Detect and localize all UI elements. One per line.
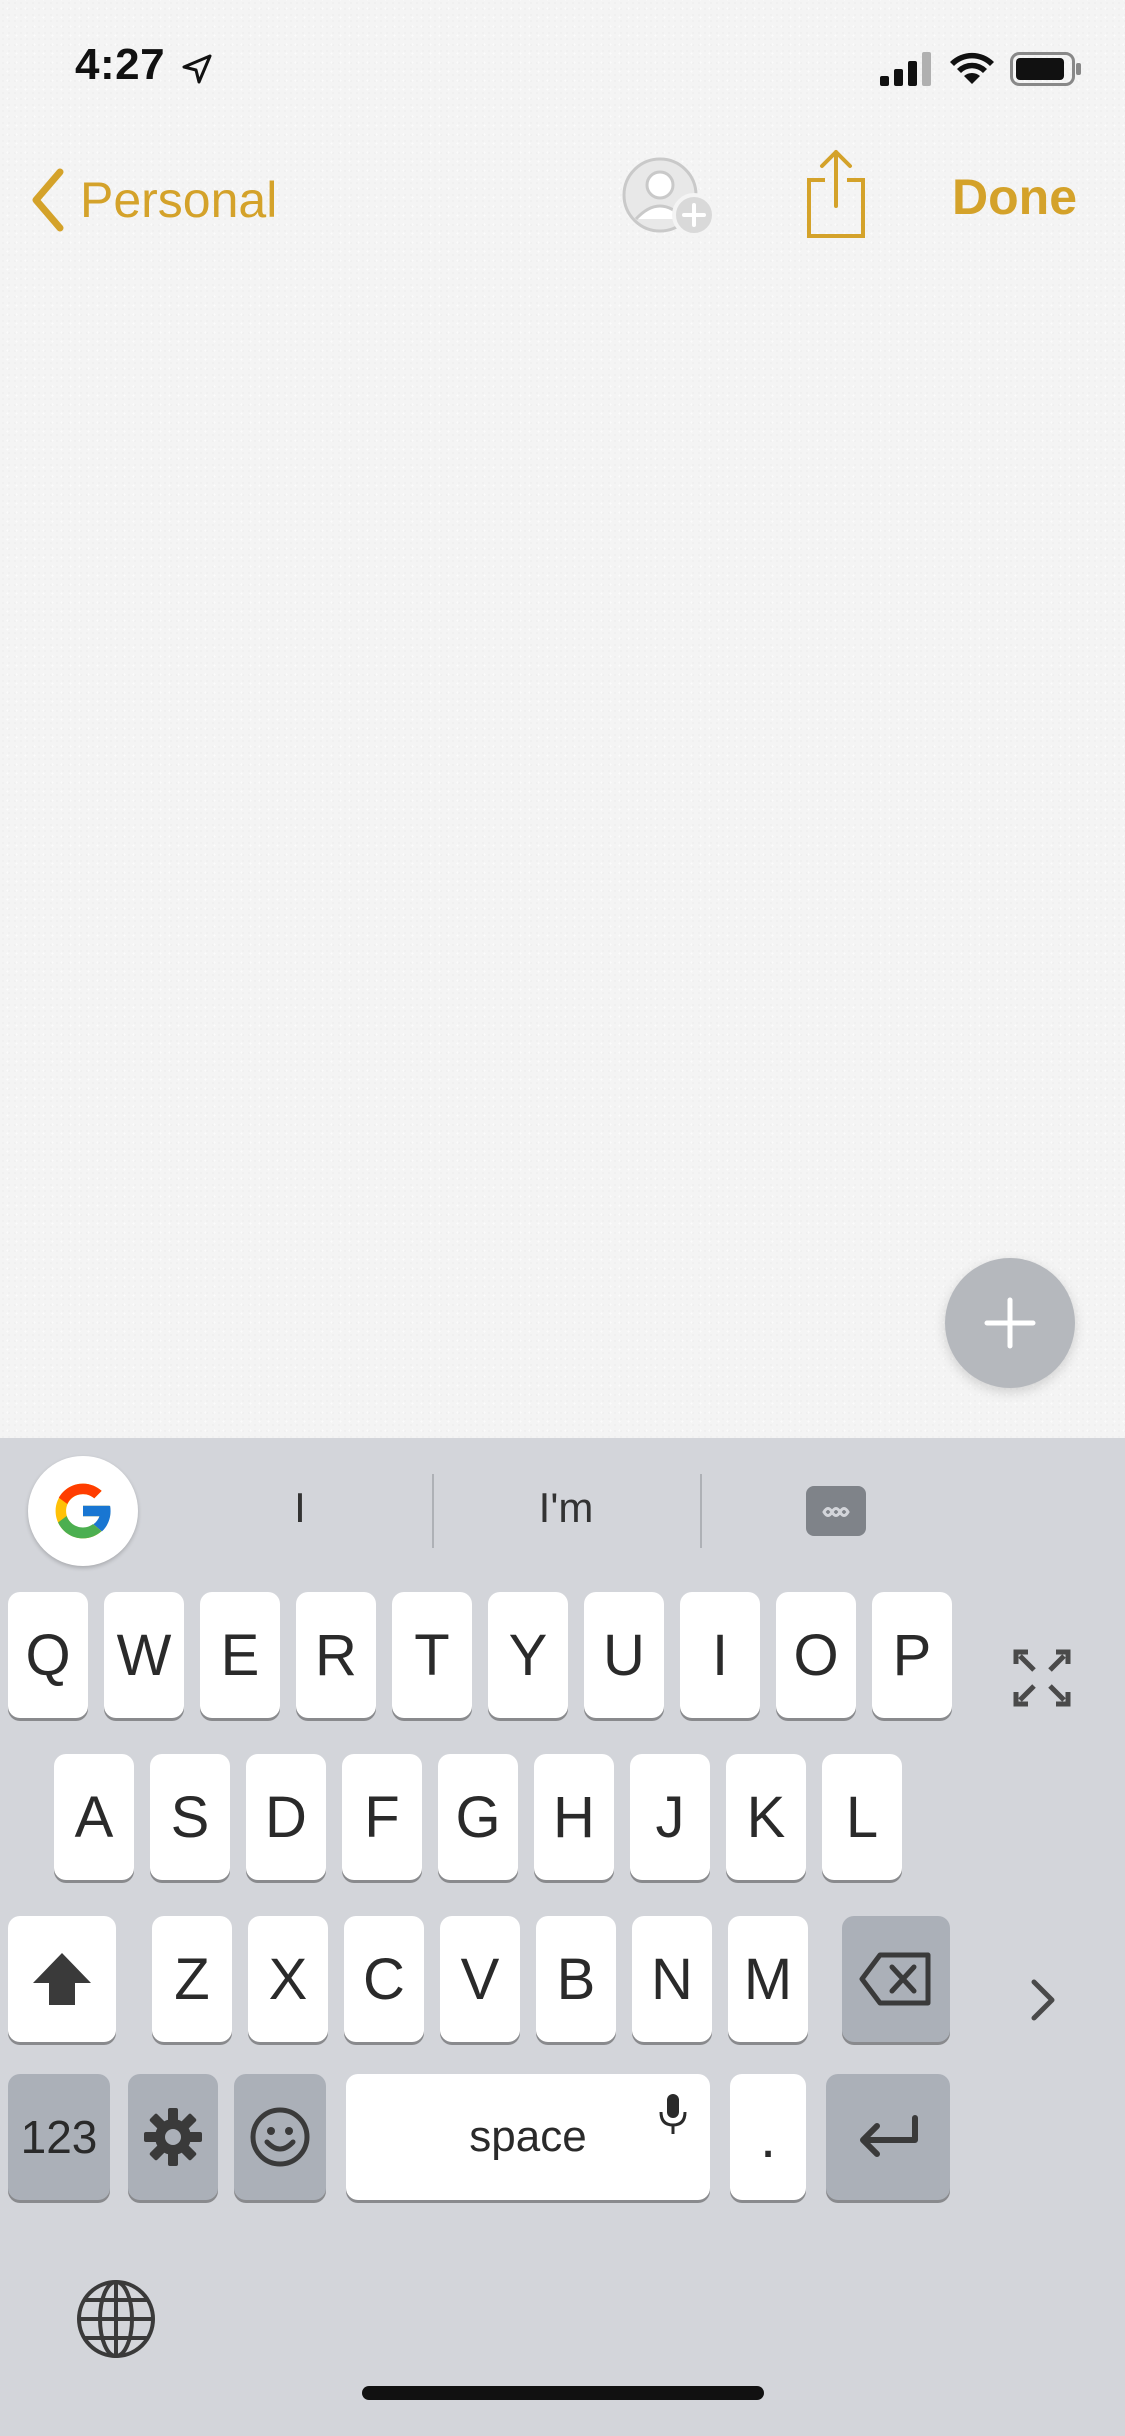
add-button[interactable] xyxy=(945,1258,1075,1388)
key-x[interactable]: X xyxy=(248,1916,328,2042)
plus-icon xyxy=(984,1297,1036,1349)
key-c[interactable]: C xyxy=(344,1916,424,2042)
key-p[interactable]: P xyxy=(872,1592,952,1718)
emoji-key[interactable] xyxy=(234,2074,326,2200)
space-key[interactable]: space xyxy=(346,2074,710,2200)
location-arrow-icon xyxy=(182,54,212,84)
key-z[interactable]: Z xyxy=(152,1916,232,2042)
key-q[interactable]: Q xyxy=(8,1592,88,1718)
share-icon[interactable] xyxy=(805,148,867,240)
emoji-icon xyxy=(250,2107,310,2167)
signal-icon xyxy=(880,52,931,86)
done-button[interactable]: Done xyxy=(952,168,1077,226)
period-key[interactable]: . xyxy=(730,2074,806,2200)
key-y[interactable]: Y xyxy=(488,1592,568,1718)
key-i[interactable]: I xyxy=(680,1592,760,1718)
battery-icon xyxy=(1010,52,1081,86)
expand-icon[interactable] xyxy=(1012,1648,1072,1708)
chevron-left-icon xyxy=(32,168,64,232)
return-icon xyxy=(860,2115,918,2157)
settings-key[interactable] xyxy=(128,2074,218,2200)
shift-key[interactable] xyxy=(8,1916,116,2042)
chevron-right-icon[interactable] xyxy=(1030,1978,1056,2022)
space-label: space xyxy=(469,2112,587,2161)
key-j[interactable]: J xyxy=(630,1754,710,1880)
globe-icon[interactable] xyxy=(75,2278,157,2360)
key-e[interactable]: E xyxy=(200,1592,280,1718)
key-v[interactable]: V xyxy=(440,1916,520,2042)
suggestion-2[interactable]: I'm xyxy=(486,1468,646,1548)
key-u[interactable]: U xyxy=(584,1592,664,1718)
backspace-key[interactable] xyxy=(842,1916,950,2042)
status-time: 4:27 xyxy=(75,40,166,89)
wifi-icon xyxy=(950,52,994,84)
keyboard: I I'm Q W E R T Y U I O P A S D F G H J … xyxy=(0,1438,1125,2436)
key-l[interactable]: L xyxy=(822,1754,902,1880)
key-h[interactable]: H xyxy=(534,1754,614,1880)
key-o[interactable]: O xyxy=(776,1592,856,1718)
back-label: Personal xyxy=(80,172,278,228)
microphone-icon[interactable] xyxy=(658,2092,688,2136)
key-s[interactable]: S xyxy=(150,1754,230,1880)
key-w[interactable]: W xyxy=(104,1592,184,1718)
suggestion-divider xyxy=(700,1474,702,1548)
gear-icon xyxy=(144,2108,202,2166)
shift-icon xyxy=(33,1953,91,2005)
camera-button[interactable] xyxy=(806,1486,866,1536)
key-r[interactable]: R xyxy=(296,1592,376,1718)
key-n[interactable]: N xyxy=(632,1916,712,2042)
suggestion-1[interactable]: I xyxy=(220,1468,380,1548)
key-d[interactable]: D xyxy=(246,1754,326,1880)
key-f[interactable]: F xyxy=(342,1754,422,1880)
key-a[interactable]: A xyxy=(54,1754,134,1880)
backspace-icon xyxy=(859,1952,931,2006)
google-logo-button[interactable] xyxy=(28,1456,138,1566)
key-b[interactable]: B xyxy=(536,1916,616,2042)
suggestion-divider xyxy=(432,1474,434,1548)
camera-icon xyxy=(822,1495,850,1517)
back-button[interactable]: Personal xyxy=(30,160,277,240)
return-key[interactable] xyxy=(826,2074,950,2200)
home-indicator xyxy=(362,2386,764,2400)
key-t[interactable]: T xyxy=(392,1592,472,1718)
numbers-key[interactable]: 123 xyxy=(8,2074,110,2200)
key-m[interactable]: M xyxy=(728,1916,808,2042)
add-person-icon[interactable] xyxy=(620,155,720,241)
google-logo-icon xyxy=(55,1483,112,1539)
key-g[interactable]: G xyxy=(438,1754,518,1880)
key-k[interactable]: K xyxy=(726,1754,806,1880)
